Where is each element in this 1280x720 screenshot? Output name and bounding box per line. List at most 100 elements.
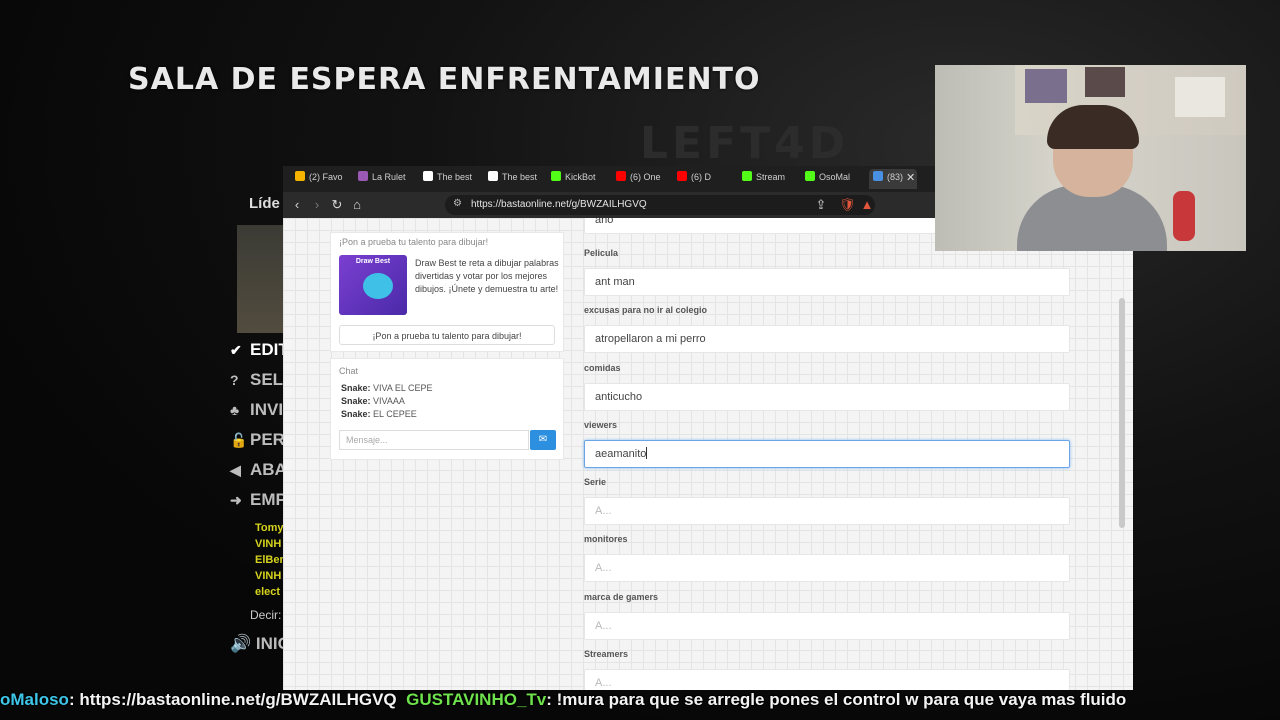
rewards-icon[interactable]: ▲ (859, 197, 875, 212)
tab-favicon-icon (358, 171, 368, 181)
chat-title: Chat (339, 366, 359, 376)
tab-favicon-icon (616, 171, 626, 181)
stream-chat-ticker: oMaloso: https://bastaonline.net/g/BWZAI… (0, 690, 1280, 716)
answer-value: año (595, 218, 614, 226)
tab-label: (6) One (630, 172, 661, 182)
field-label: excusas para no ir al colegio (584, 305, 708, 315)
webcam-poster (1085, 67, 1125, 97)
brave-shield-icon[interactable]: 🛡 (839, 197, 856, 213)
game-menu-item[interactable]: ◀ ABA (230, 460, 287, 480)
chat-username: Snake: (341, 383, 371, 393)
browser-tab[interactable]: (2) Favo (295, 171, 351, 187)
browser-tab[interactable]: The best (488, 171, 544, 187)
back-icon[interactable]: ‹ (289, 197, 305, 212)
tab-favicon-icon (742, 171, 752, 181)
browser-tab[interactable]: (6) D (677, 171, 733, 187)
tab-favicon-icon (551, 171, 561, 181)
game-menu-item[interactable]: ➜ EMP (230, 490, 287, 510)
abandon-icon: ◀ (230, 462, 241, 478)
answer-input[interactable]: A... (584, 669, 1070, 690)
tab-label: La Rulet (372, 172, 406, 182)
answer-input[interactable]: aeamanito (584, 440, 1070, 468)
answer-value: ant man (595, 276, 635, 288)
browser-tab[interactable]: OsoMal (805, 171, 861, 187)
answer-input[interactable]: anticucho (584, 383, 1070, 411)
answer-value: aeamanito (595, 448, 647, 460)
game-menu-item[interactable]: 🔓 PER (230, 430, 285, 450)
tab-label: The best (437, 172, 473, 182)
chat-message-input[interactable]: Mensaje... (339, 430, 529, 450)
send-message-button[interactable]: ✉ (530, 430, 556, 450)
webcam-poster (1175, 77, 1225, 117)
game-menu-item[interactable]: ✔ EDIT (230, 340, 289, 360)
tab-favicon-icon (873, 171, 883, 181)
site-info-icon[interactable]: ⚙ (453, 198, 462, 209)
game-menu-item[interactable]: ? SEL (230, 370, 283, 390)
home-icon[interactable]: ⌂ (349, 197, 365, 212)
chat-message: Snake: EL CEPEE (341, 409, 417, 419)
answer-value: atropellaron a mi perro (595, 333, 706, 345)
player-name: VINH (255, 538, 282, 550)
url-field[interactable]: ⚙ https://bastaonline.net/g/BWZAILHGVQ (445, 195, 875, 215)
browser-tab[interactable]: (6) One (616, 171, 672, 187)
page-viewport: ¡Pon a prueba tu talento para dibujar! D… (283, 218, 1133, 690)
webcam-bottle (1173, 191, 1195, 241)
draw-best-image[interactable]: Draw Best (339, 255, 407, 315)
chat-text: EL CEPEE (373, 409, 417, 419)
player-name: Tomy (255, 522, 284, 534)
check-icon: ✔ (230, 342, 242, 358)
answer-input[interactable]: A... (584, 612, 1070, 640)
say-label: Decir: (250, 608, 282, 622)
reload-icon[interactable]: ↻ (329, 197, 345, 213)
field-label: comidas (584, 363, 621, 373)
chat-text: VIVAAA (373, 396, 405, 406)
tab-favicon-icon (677, 171, 687, 181)
webcam-overlay (935, 65, 1246, 251)
lock-icon: 🔓 (230, 432, 248, 448)
chat-message: Snake: VIVA EL CEPE (341, 383, 433, 393)
browser-tab[interactable]: KickBot (551, 171, 607, 187)
answer-input[interactable]: A... (584, 554, 1070, 582)
tab-label: OsoMal (819, 172, 851, 182)
field-label: Streamers (584, 649, 629, 659)
share-icon[interactable]: ⇪ (813, 197, 829, 213)
game-menu-item[interactable]: ♣ INVI (230, 400, 283, 420)
scrollbar[interactable] (1119, 298, 1125, 528)
chat-message: Snake: VIVAAA (341, 396, 405, 406)
browser-tab[interactable]: Stream (742, 171, 798, 187)
answer-placeholder: A... (595, 562, 612, 574)
ticker-message: : !mura para que se arregle pones el con… (546, 690, 1127, 709)
chat-username: Snake: (341, 396, 371, 406)
tab-favicon-icon (295, 171, 305, 181)
promo-heading: ¡Pon a prueba tu talento para dibujar! (339, 237, 489, 247)
game-menu-label: EMP (250, 490, 287, 509)
text-caret (646, 447, 648, 459)
url-text: https://bastaonline.net/g/BWZAILHGVQ (471, 199, 647, 210)
tab-label: KickBot (565, 172, 596, 182)
field-label: viewers (584, 420, 618, 430)
speaker-icon: 🔊 (230, 634, 252, 653)
promo-button[interactable]: ¡Pon a prueba tu talento para dibujar! (339, 325, 555, 345)
game-menu-label: PER (250, 430, 285, 449)
browser-tab[interactable]: La Rulet (358, 171, 414, 187)
answer-placeholder: A... (595, 620, 612, 632)
forward-icon[interactable]: › (309, 197, 325, 212)
browser-tab[interactable]: The best (423, 171, 479, 187)
player-name: ElBer (255, 554, 284, 566)
tab-label: (83) (887, 172, 904, 182)
arrow-right-icon: ➜ (230, 492, 242, 508)
tab-label: Stream (756, 172, 786, 182)
answer-input[interactable]: ant man (584, 268, 1070, 296)
inicio-button[interactable]: 🔊 INIC (230, 634, 290, 654)
ticker-user: oMaloso (0, 690, 69, 709)
close-tab-icon[interactable]: ✕ (906, 171, 915, 184)
promo-card: ¡Pon a prueba tu talento para dibujar! D… (330, 232, 564, 352)
chat-panel: Chat Snake: VIVA EL CEPE Snake: VIVAAA Sna… (330, 358, 564, 460)
field-label: monitores (584, 534, 628, 544)
answer-value: anticucho (595, 391, 643, 403)
invite-icon: ♣ (230, 402, 240, 418)
answer-input[interactable]: A... (584, 497, 1070, 525)
answer-input[interactable]: atropellaron a mi perro (584, 325, 1070, 353)
ticker-message: : https://bastaonline.net/g/BWZAILHGVQ (68, 690, 397, 709)
game-title: SALA DE ESPERA ENFRENTAMIENTO (128, 62, 761, 97)
